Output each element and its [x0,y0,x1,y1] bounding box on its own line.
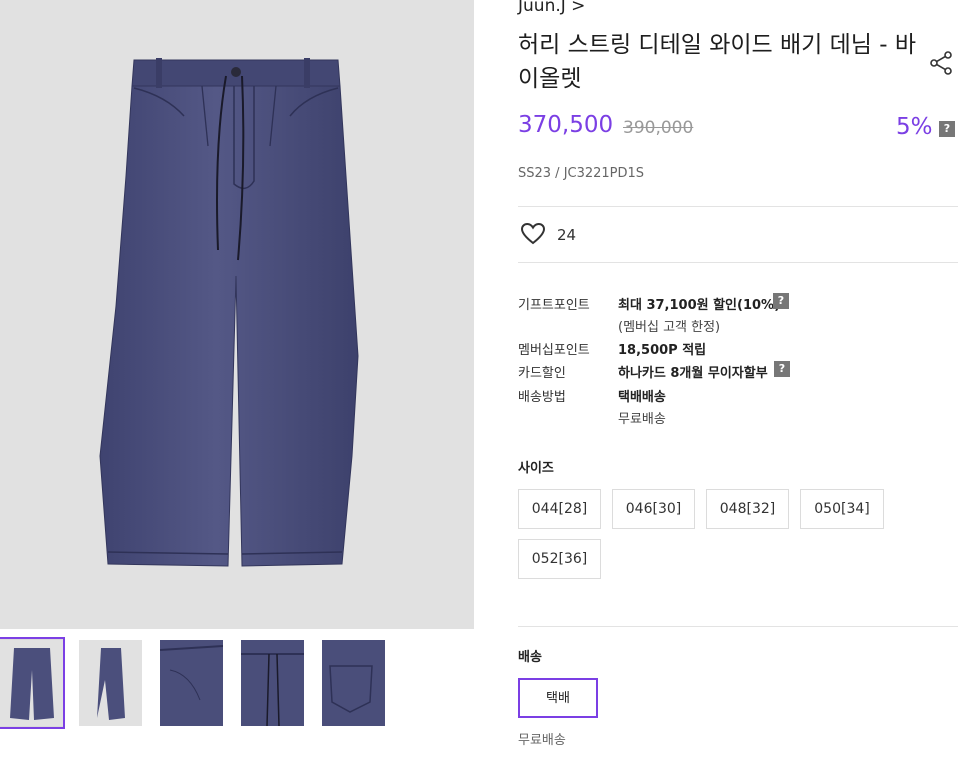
gift-point-value: 최대 37,100원 할인(10%) [618,298,781,313]
thumbnail-front-detail[interactable] [160,640,223,726]
brand-link[interactable]: Juun.J > [518,0,585,16]
gift-point-help-icon[interactable]: ? [773,293,789,309]
divider [518,206,958,207]
size-option-046[interactable]: 046[30] [612,489,695,529]
product-main-image [0,0,474,629]
delivery-note: 무료배송 [518,733,566,748]
card-discount-help-icon[interactable]: ? [774,361,790,377]
thumbnail-front[interactable] [0,637,65,729]
discount-help-icon[interactable]: ? [939,121,955,137]
card-discount-value: 하나카드 8개월 무이자할부 [618,366,768,381]
shipping-method-label: 배송방법 [518,390,566,405]
size-section-title: 사이즈 [518,461,554,476]
card-discount-label: 카드할인 [518,366,566,381]
thumbnail-back-detail[interactable] [322,640,385,726]
discount-rate: 5% [896,114,933,140]
share-icon[interactable] [928,50,954,76]
size-option-048[interactable]: 048[32] [706,489,789,529]
heart-icon[interactable] [520,222,546,246]
membership-point-value: 18,500P 적립 [618,343,707,358]
product-title: 허리 스트링 디테일 와이드 배기 데님 - 바이올렛 [518,32,917,92]
divider [518,626,958,627]
product-code: SS23 / JC3221PD1S [518,166,645,181]
size-option-052[interactable]: 052[36] [518,539,601,579]
gift-point-note: (멤버십 고객 한정) [618,320,721,335]
thumbnail-side[interactable] [79,640,142,726]
shipping-method-value: 택배배송 [618,390,666,405]
delivery-section-title: 배송 [518,650,542,665]
size-option-050[interactable]: 050[34] [800,489,884,529]
membership-point-label: 멤버십포인트 [518,343,590,358]
sale-price: 370,500 [518,112,614,138]
delivery-option-parcel[interactable]: 택배 [518,678,598,718]
thumbnail-strip [0,637,474,730]
divider [518,262,958,263]
shipping-method-note: 무료배송 [618,412,666,427]
gift-point-label: 기프트포인트 [518,298,590,313]
original-price: 390,000 [623,118,694,138]
thumbnail-waist-detail[interactable] [241,640,304,726]
size-option-044[interactable]: 044[28] [518,489,601,529]
like-count: 24 [557,226,577,244]
denim-jeans-illustration [99,58,359,567]
